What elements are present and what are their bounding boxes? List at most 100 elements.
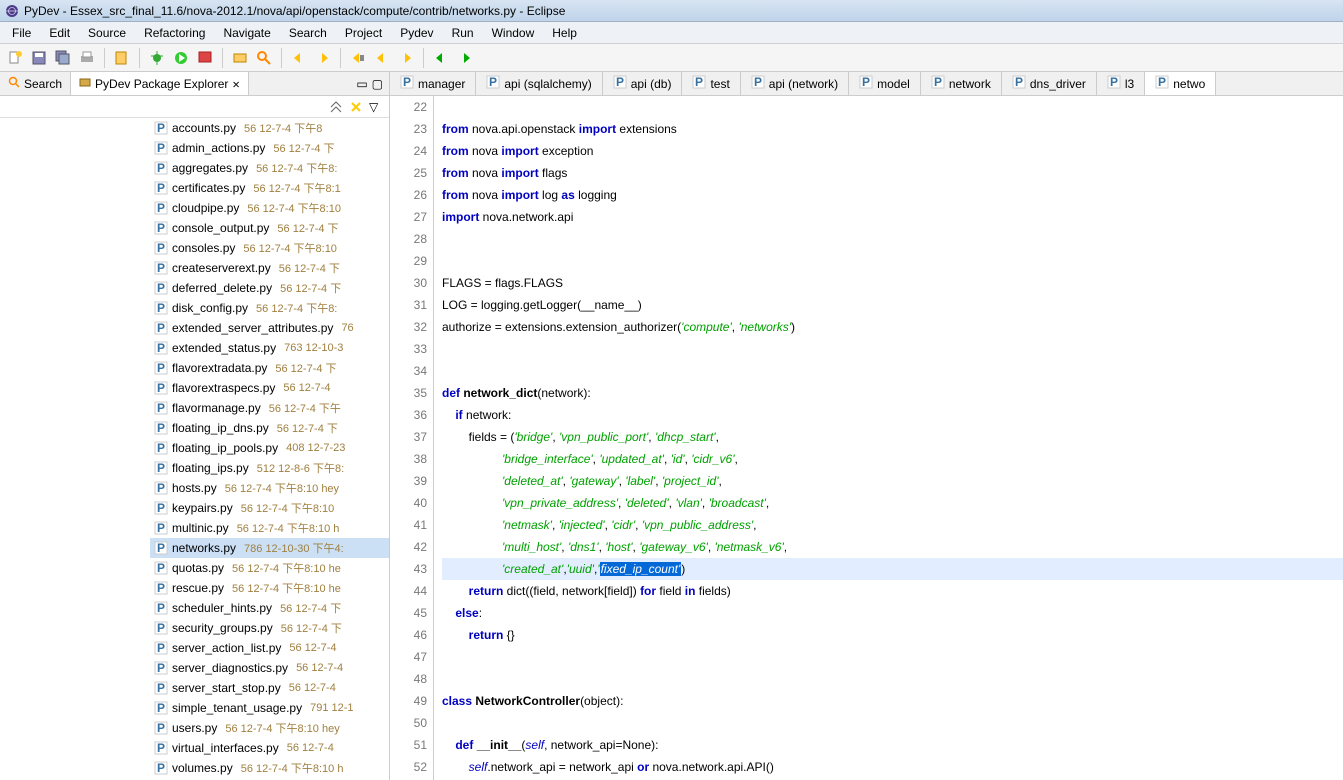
- file-server_diagnostics-py[interactable]: Pserver_diagnostics.py56 12-7-4: [150, 658, 389, 678]
- editor-tab-model[interactable]: Pmodel: [849, 72, 921, 95]
- file-aggregates-py[interactable]: Paggregates.py56 12-7-4 下午8:: [150, 158, 389, 178]
- new-button[interactable]: [4, 47, 26, 69]
- open-type-button[interactable]: [229, 47, 251, 69]
- python-file-icon: P: [400, 75, 414, 92]
- menu-source[interactable]: Source: [80, 24, 134, 42]
- python-file-icon: P: [154, 301, 168, 315]
- menu-refactoring[interactable]: Refactoring: [136, 24, 213, 42]
- editor-tab-network[interactable]: Pnetwork: [921, 72, 1002, 95]
- new-module-button[interactable]: [111, 47, 133, 69]
- file-server_action_list-py[interactable]: Pserver_action_list.py56 12-7-4: [150, 638, 389, 658]
- file-deferred_delete-py[interactable]: Pdeferred_delete.py56 12-7-4 下: [150, 278, 389, 298]
- editor-tab-dns-driver[interactable]: Pdns_driver: [1002, 72, 1097, 95]
- file-floating_ips-py[interactable]: Pfloating_ips.py512 12-8-6 下午8:: [150, 458, 389, 478]
- file-users-py[interactable]: Pusers.py56 12-7-4 下午8:10 hey: [150, 718, 389, 738]
- file-virtual_interfaces-py[interactable]: Pvirtual_interfaces.py56 12-7-4: [150, 738, 389, 758]
- menu-run[interactable]: Run: [444, 24, 482, 42]
- next-annotation-button[interactable]: [312, 47, 334, 69]
- search-view-tab[interactable]: Search: [0, 72, 71, 95]
- file-floating_ip_pools-py[interactable]: Pfloating_ip_pools.py408 12-7-23: [150, 438, 389, 458]
- print-button[interactable]: [76, 47, 98, 69]
- file-rescue-py[interactable]: Prescue.py56 12-7-4 下午8:10 he: [150, 578, 389, 598]
- svg-text:P: P: [157, 241, 165, 255]
- svg-text:P: P: [489, 75, 497, 89]
- editor-tab-l3[interactable]: Pl3: [1097, 72, 1145, 95]
- prev-word-button[interactable]: [430, 47, 452, 69]
- python-file-icon: P: [154, 741, 168, 755]
- svg-text:P: P: [1158, 75, 1166, 89]
- file-flavorextradata-py[interactable]: Pflavorextradata.py56 12-7-4 下: [150, 358, 389, 378]
- code-editor[interactable]: 2223242526272829303132333435363738394041…: [390, 96, 1343, 780]
- menu-project[interactable]: Project: [337, 24, 390, 42]
- last-edit-button[interactable]: [347, 47, 369, 69]
- python-file-icon: P: [154, 141, 168, 155]
- file-simple_tenant_usage-py[interactable]: Psimple_tenant_usage.py791 12-1: [150, 698, 389, 718]
- svg-text:P: P: [157, 141, 165, 155]
- link-editor-icon[interactable]: [349, 100, 363, 114]
- menu-edit[interactable]: Edit: [41, 24, 78, 42]
- debug-button[interactable]: [146, 47, 168, 69]
- menu-pydev[interactable]: Pydev: [392, 24, 441, 42]
- python-file-icon: P: [931, 75, 945, 92]
- editor-tab-api--sqlalchemy-[interactable]: Papi (sqlalchemy): [476, 72, 602, 95]
- file-networks-py[interactable]: Pnetworks.py786 12-10-30 下午4:: [150, 538, 389, 558]
- file-disk_config-py[interactable]: Pdisk_config.py56 12-7-4 下午8:: [150, 298, 389, 318]
- file-security_groups-py[interactable]: Psecurity_groups.py56 12-7-4 下: [150, 618, 389, 638]
- svg-text:P: P: [157, 741, 165, 755]
- editor-tab-api--network-[interactable]: Papi (network): [741, 72, 849, 95]
- python-file-icon: P: [154, 201, 168, 215]
- file-server_start_stop-py[interactable]: Pserver_start_stop.py56 12-7-4: [150, 678, 389, 698]
- svg-text:P: P: [157, 221, 165, 235]
- file-certificates-py[interactable]: Pcertificates.py56 12-7-4 下午8:1: [150, 178, 389, 198]
- close-icon[interactable]: ✕: [232, 77, 239, 91]
- file-flavormanage-py[interactable]: Pflavormanage.py56 12-7-4 下午: [150, 398, 389, 418]
- file-admin_actions-py[interactable]: Padmin_actions.py56 12-7-4 下: [150, 138, 389, 158]
- editor-tab-test[interactable]: Ptest: [682, 72, 740, 95]
- menu-help[interactable]: Help: [544, 24, 585, 42]
- file-volumes-py[interactable]: Pvolumes.py56 12-7-4 下午8:10 h: [150, 758, 389, 778]
- file-cloudpipe-py[interactable]: Pcloudpipe.py56 12-7-4 下午8:10: [150, 198, 389, 218]
- editor-tab-manager[interactable]: Pmanager: [390, 72, 476, 95]
- menu-window[interactable]: Window: [484, 24, 543, 42]
- menu-file[interactable]: File: [4, 24, 39, 42]
- file-extended_status-py[interactable]: Pextended_status.py763 12-10-3: [150, 338, 389, 358]
- next-word-button[interactable]: [454, 47, 476, 69]
- svg-text:P: P: [157, 401, 165, 415]
- file-createserverext-py[interactable]: Pcreateserverext.py56 12-7-4 下: [150, 258, 389, 278]
- maximize-icon[interactable]: ▢: [372, 77, 383, 91]
- editor-tab-netwo[interactable]: Pnetwo: [1145, 72, 1216, 95]
- file-scheduler_hints-py[interactable]: Pscheduler_hints.py56 12-7-4 下: [150, 598, 389, 618]
- collapse-all-icon[interactable]: [329, 100, 343, 114]
- file-keypairs-py[interactable]: Pkeypairs.py56 12-7-4 下午8:10: [150, 498, 389, 518]
- code-body[interactable]: from nova.api.openstack import extension…: [434, 96, 1343, 780]
- save-all-button[interactable]: [52, 47, 74, 69]
- package-explorer-tab[interactable]: PyDev Package Explorer ✕: [71, 72, 249, 95]
- file-console_output-py[interactable]: Pconsole_output.py56 12-7-4 下: [150, 218, 389, 238]
- run-button[interactable]: [170, 47, 192, 69]
- python-file-icon: P: [154, 361, 168, 375]
- file-multinic-py[interactable]: Pmultinic.py56 12-7-4 下午8:10 h: [150, 518, 389, 538]
- prev-annotation-button[interactable]: [288, 47, 310, 69]
- file-consoles-py[interactable]: Pconsoles.py56 12-7-4 下午8:10: [150, 238, 389, 258]
- file-quotas-py[interactable]: Pquotas.py56 12-7-4 下午8:10 he: [150, 558, 389, 578]
- editor-tab-api--db-[interactable]: Papi (db): [603, 72, 683, 95]
- forward-button[interactable]: [395, 47, 417, 69]
- save-button[interactable]: [28, 47, 50, 69]
- python-file-icon: P: [154, 641, 168, 655]
- file-floating_ip_dns-py[interactable]: Pfloating_ip_dns.py56 12-7-4 下: [150, 418, 389, 438]
- svg-text:P: P: [157, 201, 165, 215]
- search-button[interactable]: [253, 47, 275, 69]
- view-menu-icon[interactable]: ▽: [369, 100, 383, 114]
- package-tree[interactable]: Paccounts.py56 12-7-4 下午8Padmin_actions.…: [0, 118, 389, 780]
- external-tools-button[interactable]: [194, 47, 216, 69]
- menu-search[interactable]: Search: [281, 24, 335, 42]
- minimize-icon[interactable]: ▭: [356, 77, 367, 91]
- file-extended_server_attributes-py[interactable]: Pextended_server_attributes.py76: [150, 318, 389, 338]
- search-tab-label: Search: [24, 77, 62, 91]
- back-button[interactable]: [371, 47, 393, 69]
- file-flavorextraspecs-py[interactable]: Pflavorextraspecs.py56 12-7-4: [150, 378, 389, 398]
- python-file-icon: P: [154, 221, 168, 235]
- menu-navigate[interactable]: Navigate: [215, 24, 278, 42]
- file-hosts-py[interactable]: Phosts.py56 12-7-4 下午8:10 hey: [150, 478, 389, 498]
- file-accounts-py[interactable]: Paccounts.py56 12-7-4 下午8: [150, 118, 389, 138]
